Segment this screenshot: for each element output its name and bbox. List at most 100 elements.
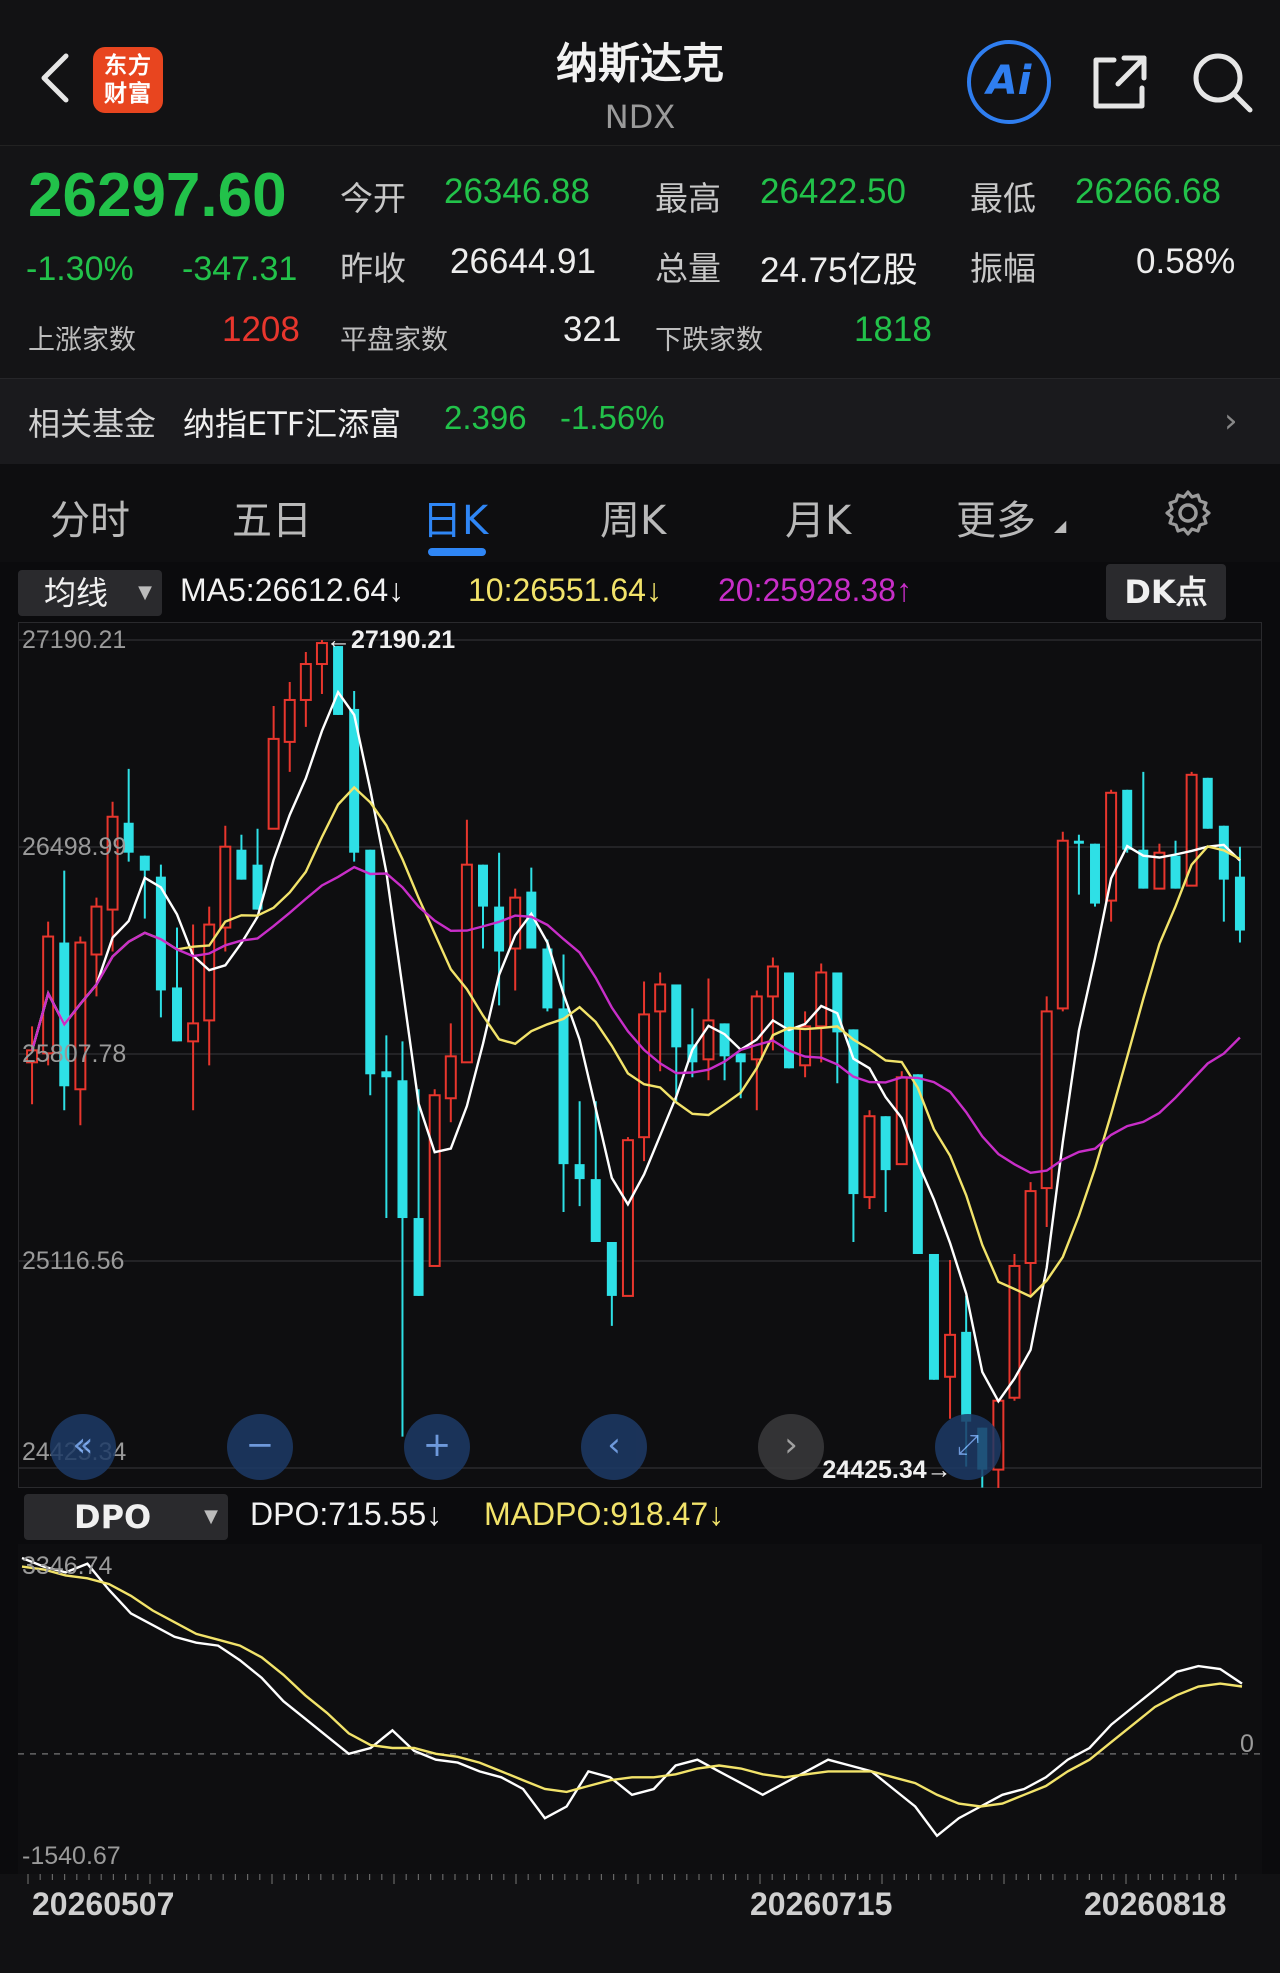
search-icon[interactable]	[1188, 48, 1256, 116]
candle-body-up	[90, 905, 103, 956]
settings-gear-icon[interactable]	[1163, 488, 1213, 538]
related-fund-label: 相关基金	[28, 405, 157, 443]
candle-body-down	[1073, 840, 1084, 844]
up-count-value: 1208	[222, 310, 300, 349]
zoom-out-button[interactable]: −	[227, 1414, 293, 1480]
candle-body-up	[1185, 773, 1198, 887]
ticker-code: NDX	[604, 98, 676, 136]
candle-body-up	[187, 1022, 200, 1043]
dropdown-arrow-icon: ▼	[138, 582, 152, 603]
date-label-mid: 20260715	[750, 1886, 893, 1922]
ma10-value: 10:26551.64↓	[468, 572, 662, 608]
dk-point-button[interactable]: DK点	[1106, 564, 1226, 620]
candle-body-up	[638, 1013, 651, 1139]
low-value: 26266.68	[1075, 172, 1221, 211]
open-label: 今开	[340, 179, 406, 218]
tab-intraday[interactable]: 分时	[50, 488, 130, 546]
prev-close-label: 昨收	[340, 249, 406, 288]
candle-body-down	[381, 1071, 392, 1078]
candle-body-down	[1202, 777, 1213, 829]
scroll-right-button[interactable]: ›	[758, 1414, 824, 1480]
change-value: -347.31	[182, 250, 298, 288]
candle-body-up	[815, 971, 828, 1028]
candle-body-up	[460, 863, 473, 1064]
candle-body-up	[219, 845, 232, 929]
low-label: 最低	[970, 179, 1036, 218]
related-fund-price: 2.396	[444, 399, 527, 436]
quote-panel: 26297.60 -1.30% -347.31 今开 26346.88 最高 2…	[0, 146, 1280, 378]
dk-point-label: DK点	[1124, 573, 1208, 611]
related-fund-bar[interactable]: 相关基金 纳指ETF汇添富 2.396 -1.56% ›	[0, 378, 1280, 464]
ai-assistant-button[interactable]: Ai	[967, 40, 1051, 124]
madpo-value: MADPO:918.47↓	[484, 1496, 725, 1532]
tab-five-day[interactable]: 五日	[232, 488, 312, 546]
candle-body-up	[106, 815, 119, 911]
indicator-select-ma[interactable]: 均线 ▼	[18, 570, 162, 616]
candle-body-down	[606, 1242, 617, 1296]
candle-body-up	[766, 965, 779, 998]
price-axis-label: 25116.56	[22, 1247, 124, 1275]
candle-body-up	[444, 1055, 457, 1100]
date-label-start: 20260507	[32, 1886, 175, 1922]
zoom-in-button[interactable]: +	[404, 1414, 470, 1480]
candle-body-down	[413, 1218, 424, 1296]
candle-body-down	[1090, 843, 1100, 904]
dpo-axis-label: -1540.67	[22, 1842, 121, 1870]
ma5-value: MA5:26612.64↓	[180, 572, 405, 608]
down-count-label: 下跌家数	[655, 325, 763, 356]
price-axis-label: 25807.78	[22, 1040, 126, 1068]
candle-body-up	[428, 1094, 441, 1267]
max-price-marker: ←27190.21	[326, 626, 455, 654]
chevron-right-icon[interactable]: ›	[1224, 401, 1238, 441]
candle-body-down	[784, 972, 794, 1069]
down-count-value: 1818	[854, 310, 932, 349]
dropdown-arrow-icon: ▼	[204, 1506, 218, 1527]
tab-weekly-k[interactable]: 周K	[600, 488, 666, 546]
date-ticks	[27, 1874, 1237, 1884]
dpo-axis-label: 3346.74	[22, 1552, 112, 1580]
dpo-indicator-chart[interactable]: 3346.74 0 -1540.67	[18, 1544, 1262, 1874]
candle-body-up	[299, 663, 312, 701]
candle-body-down	[1122, 789, 1133, 850]
share-icon[interactable]	[1088, 50, 1152, 114]
candle-body-down	[494, 906, 505, 952]
candle-body-up	[750, 995, 763, 1061]
dpo-legend-row: DPO ▼ DPO:715.55↓ MADPO:918.47↓	[0, 1490, 1280, 1544]
candle-body-up	[1040, 1010, 1053, 1190]
dpo-value: DPO:715.55↓	[250, 1496, 443, 1532]
candle-body-down	[880, 1116, 891, 1171]
high-label: 最高	[655, 179, 721, 218]
scroll-left-button[interactable]: ‹	[581, 1414, 647, 1480]
candle-body-down	[590, 1179, 601, 1243]
candle-body-up	[654, 983, 667, 1013]
candle-body-up	[621, 1139, 634, 1297]
candle-body-up	[1024, 1190, 1037, 1264]
more-dropdown-icon: ◢	[1054, 516, 1067, 535]
scroll-far-left-button[interactable]: «	[50, 1414, 116, 1480]
candle-body-up	[863, 1115, 876, 1199]
tab-monthly-k[interactable]: 月K	[785, 488, 851, 546]
candle-body-down	[1234, 876, 1245, 931]
candle-body-down	[848, 1029, 859, 1195]
indicator-select-dpo[interactable]: DPO ▼	[24, 1494, 228, 1540]
back-arrow-icon[interactable]	[36, 48, 76, 108]
tab-daily-k[interactable]: 日K	[422, 488, 488, 546]
candlestick-chart[interactable]: 27190.21 26498.99 25807.78 25116.56 24425.34…	[18, 622, 1262, 1488]
change-percent: -1.30%	[26, 250, 134, 288]
candle-body-down	[236, 849, 247, 880]
min-price-marker: 24425.34→	[822, 1456, 951, 1484]
candle-body-up	[944, 1333, 957, 1378]
flat-count-value: 321	[563, 310, 622, 349]
volume-value: 24.75亿股	[760, 251, 918, 290]
candle-body-down	[397, 1080, 408, 1219]
app-logo: 东方 财富	[93, 47, 163, 113]
candle-body-down	[671, 984, 682, 1048]
candle-body-up	[267, 737, 280, 830]
high-value: 26422.50	[760, 172, 906, 211]
open-value: 26346.88	[444, 172, 590, 211]
tab-more[interactable]: 更多	[956, 488, 1036, 546]
top-nav-bar: 东方 财富 纳斯达克 NDX Ai	[0, 0, 1280, 146]
candle-body-up	[799, 1025, 812, 1067]
page-title: 纳斯达克	[555, 39, 724, 88]
fullscreen-icon[interactable]: ⤢	[935, 1414, 1001, 1480]
